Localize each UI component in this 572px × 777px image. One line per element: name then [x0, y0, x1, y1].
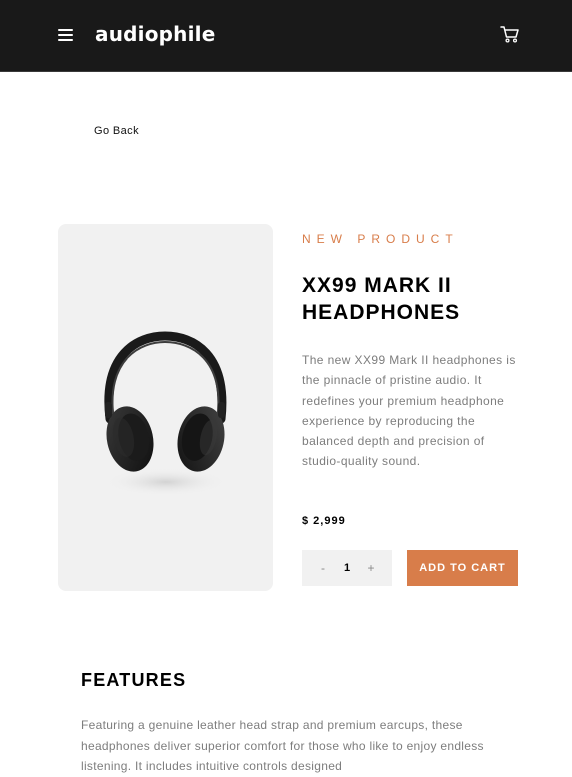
product-overline: NEW PRODUCT [302, 232, 459, 246]
product-image [58, 224, 273, 591]
increment-button[interactable]: + [366, 561, 376, 575]
features-title: FEATURES [81, 670, 187, 690]
product-title: XX99 MARK II HEADPHONES [302, 274, 461, 324]
go-back-link[interactable]: Go Back [94, 125, 139, 137]
quantity-value: 1 [343, 562, 351, 574]
decrement-button[interactable]: - [318, 561, 328, 575]
site-header: audiophile [0, 0, 572, 72]
product-price: $ 2,999 [302, 515, 346, 527]
site-logo[interactable]: audiophile [95, 22, 215, 46]
product-description: The new XX99 Mark II headphones is the p… [302, 353, 516, 469]
add-to-cart-button[interactable]: ADD TO CART [407, 550, 518, 586]
hamburger-menu-icon[interactable] [58, 29, 73, 41]
quantity-stepper: - 1 + [302, 550, 392, 586]
headphones-image [104, 331, 228, 496]
features-text: Featuring a genuine leather head strap a… [81, 718, 484, 773]
shopping-cart-icon[interactable] [500, 26, 519, 43]
